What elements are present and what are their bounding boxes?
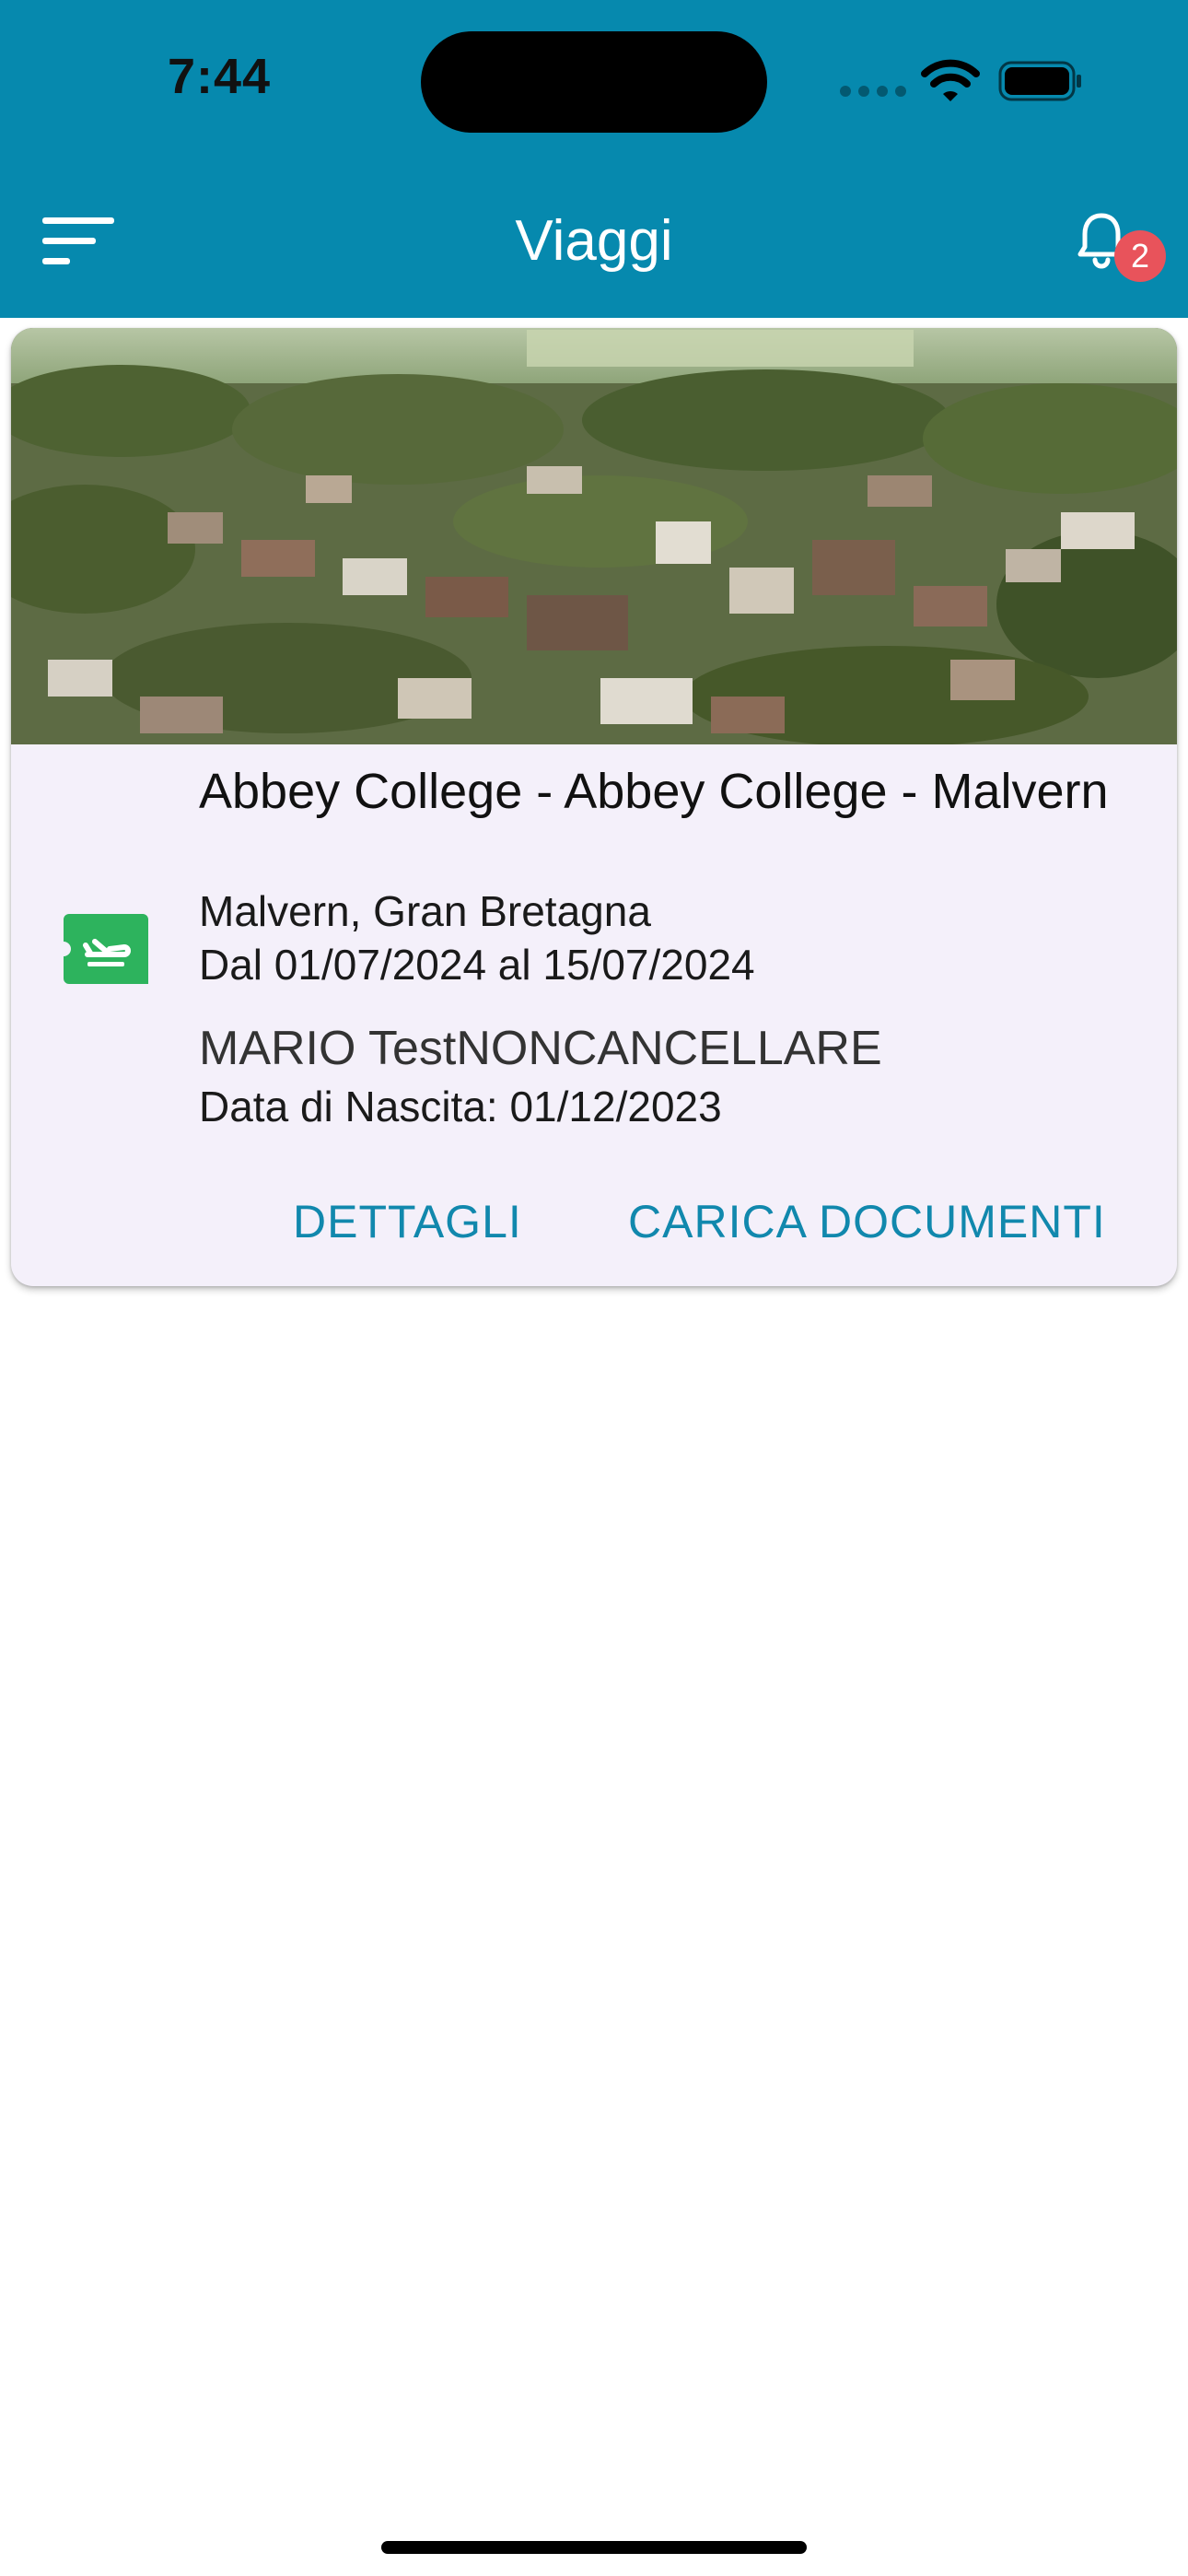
traveler-birth-date: Data di Nascita: 01/12/2023 — [199, 1083, 722, 1130]
home-indicator[interactable] — [381, 2541, 807, 2554]
flight-ticket-icon — [64, 914, 148, 984]
status-time: 7:44 — [168, 49, 272, 104]
notifications-button[interactable]: 2 — [1077, 212, 1166, 286]
notification-count-badge: 2 — [1114, 230, 1166, 282]
trip-location: Malvern, Gran Bretagna — [199, 887, 651, 935]
app-bar: 7:44 Viaggi 2 — [0, 0, 1188, 318]
details-button[interactable]: DETTAGLI — [293, 1176, 522, 1268]
upload-documents-button[interactable]: CARICA DOCUMENTI — [628, 1176, 1106, 1268]
destination-photo — [11, 328, 1177, 744]
dynamic-island — [421, 31, 767, 133]
trip-dates: Dal 01/07/2024 al 15/07/2024 — [199, 941, 755, 989]
battery-icon — [998, 61, 1081, 101]
trip-card[interactable]: Abbey College - Abbey College - Malvern … — [11, 328, 1177, 1286]
trip-title: Abbey College - Abbey College - Malvern — [199, 764, 1109, 819]
page-title: Viaggi — [515, 209, 673, 273]
traveler-name: MARIO TestNONCANCELLARE — [199, 1022, 882, 1075]
wifi-icon — [921, 59, 980, 101]
cellular-signal-icon — [840, 86, 906, 97]
